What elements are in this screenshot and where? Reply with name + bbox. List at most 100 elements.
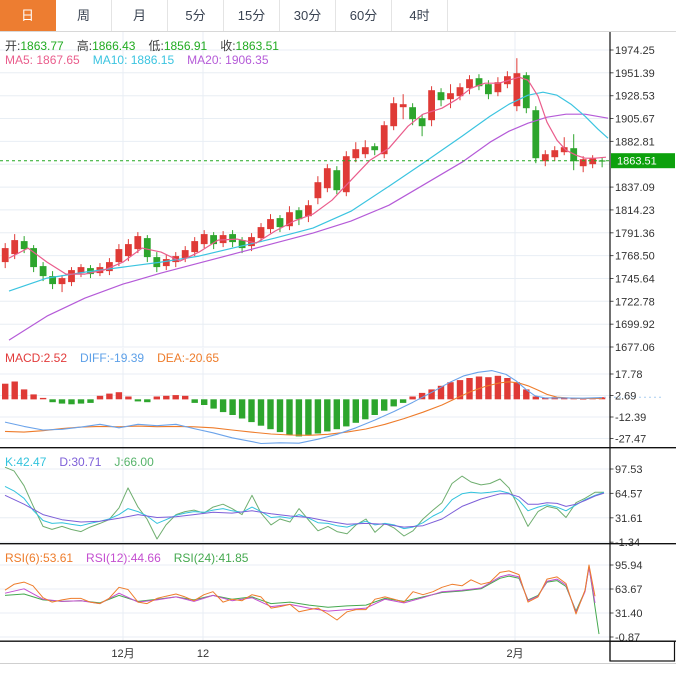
kdj-j: J:66.00 bbox=[114, 455, 153, 469]
macd-hist-bar bbox=[144, 399, 150, 402]
rsi-readout: RSI(6):53.61RSI(12):44.66RSI(24):41.85 bbox=[5, 551, 261, 565]
candle-body bbox=[201, 234, 208, 244]
rsi-rsi24: RSI(24):41.85 bbox=[174, 551, 249, 565]
tab-5min[interactable]: 5分 bbox=[168, 0, 224, 31]
y-tick-label: 63.67 bbox=[615, 584, 643, 596]
y-tick-label: 1722.78 bbox=[615, 296, 655, 308]
kdj-d: D:30.71 bbox=[59, 455, 101, 469]
candle-body bbox=[68, 270, 75, 282]
macd-hist-bar bbox=[409, 397, 415, 400]
candle-body bbox=[362, 147, 369, 154]
macd-hist-bar bbox=[220, 399, 226, 412]
tab-15min[interactable]: 15分 bbox=[224, 0, 280, 31]
rsi12-line bbox=[5, 567, 595, 612]
macd-hist-bar bbox=[97, 396, 103, 400]
y-tick-label: -0.87 bbox=[615, 632, 640, 644]
candle-body bbox=[324, 168, 331, 188]
candle-body bbox=[438, 92, 445, 100]
candle-body bbox=[191, 241, 198, 252]
macd-hist-bar bbox=[173, 395, 179, 399]
axis-corner-box bbox=[610, 641, 675, 661]
macd-readout: MACD:2.52DIFF:-19.39DEA:-20.65 bbox=[5, 351, 232, 365]
macd-hist-bar bbox=[12, 382, 18, 400]
macd-hist-bar bbox=[391, 399, 397, 406]
candle-body bbox=[428, 90, 435, 120]
y-tick-label: 1699.92 bbox=[615, 319, 655, 331]
y-tick-label: 17.78 bbox=[615, 369, 643, 381]
tab-monthly[interactable]: 月 bbox=[112, 0, 168, 31]
macd-hist-bar bbox=[229, 399, 235, 415]
x-tick-label: 12 bbox=[197, 648, 209, 660]
macd-hist-bar bbox=[334, 399, 340, 429]
y-tick-label: 1814.23 bbox=[615, 205, 655, 217]
candle-body bbox=[21, 241, 28, 249]
candle-body bbox=[116, 249, 123, 262]
macd-hist-bar bbox=[192, 399, 198, 403]
tab-60min[interactable]: 60分 bbox=[336, 0, 392, 31]
macd-hist-bar bbox=[466, 378, 472, 399]
candle-body bbox=[466, 79, 473, 88]
macd-hist-bar bbox=[286, 399, 292, 435]
macd-hist-bar bbox=[353, 399, 359, 423]
y-tick-label: 1837.09 bbox=[615, 182, 655, 194]
macd-hist-bar bbox=[68, 399, 74, 404]
macd-hist-bar bbox=[305, 399, 311, 435]
candle-body bbox=[409, 107, 416, 119]
tab-daily[interactable]: 日 bbox=[0, 0, 56, 31]
macd-hist-bar bbox=[277, 399, 283, 432]
macd-hist-bar bbox=[40, 398, 46, 399]
tab-weekly[interactable]: 周 bbox=[56, 0, 112, 31]
macd-hist-bar bbox=[116, 392, 122, 399]
kdj-k: K:42.47 bbox=[5, 455, 46, 469]
macd-hist-bar bbox=[154, 397, 160, 400]
tab-30min[interactable]: 30分 bbox=[280, 0, 336, 31]
macd-hist-bar bbox=[135, 399, 141, 401]
macd-hist-bar bbox=[78, 399, 84, 403]
rsi6-line bbox=[5, 565, 595, 620]
candle-body bbox=[485, 84, 492, 94]
tab-4hour[interactable]: 4时 bbox=[392, 0, 448, 31]
macd-hist-bar bbox=[514, 382, 520, 399]
candle-body bbox=[163, 259, 170, 266]
macd-hist-bar bbox=[30, 394, 36, 399]
trading-chart-app: 日周月5分15分30分60分4时 1974.251951.391928.5319… bbox=[0, 0, 676, 674]
ma10-line bbox=[9, 92, 608, 291]
y-tick-label: 1928.53 bbox=[615, 91, 655, 103]
macd-diff: DIFF:-19.39 bbox=[80, 351, 144, 365]
macd-hist-bar bbox=[381, 399, 387, 410]
y-tick-label: 64.57 bbox=[615, 488, 643, 500]
candle-body bbox=[333, 170, 340, 190]
candle-body bbox=[11, 240, 18, 254]
x-tick-label: 2月 bbox=[506, 648, 523, 660]
ma20-line bbox=[9, 114, 608, 340]
candle-body bbox=[267, 219, 274, 229]
macd-hist-bar bbox=[267, 399, 273, 429]
macd-hist-bar bbox=[182, 396, 188, 400]
kdj-k-line bbox=[5, 486, 604, 528]
candle-body bbox=[352, 149, 359, 158]
y-tick-label: -27.47 bbox=[615, 434, 646, 446]
macd-hist-bar bbox=[258, 399, 264, 425]
y-tick-label: 31.61 bbox=[615, 513, 643, 525]
chart-canvas[interactable]: 1974.251951.391928.531905.671882.811837.… bbox=[0, 0, 676, 674]
macd-hist-bar bbox=[201, 399, 207, 405]
macd-hist-bar bbox=[87, 399, 93, 403]
candle-body bbox=[277, 218, 284, 227]
ma-ma5: MA5: 1867.65 bbox=[5, 53, 80, 67]
ma-ma10: MA10: 1886.15 bbox=[93, 53, 174, 67]
macd-hist-bar bbox=[296, 399, 302, 436]
macd-hist-bar bbox=[239, 399, 245, 418]
kdj-j-line bbox=[5, 467, 604, 539]
candle-body bbox=[542, 154, 549, 161]
y-tick-label: 1677.06 bbox=[615, 342, 655, 354]
macd-hist-bar bbox=[315, 399, 321, 433]
candle-body bbox=[40, 266, 47, 276]
y-tick-label: 97.53 bbox=[615, 464, 643, 476]
macd-hist-bar bbox=[372, 399, 378, 415]
y-tick-label: 95.94 bbox=[615, 560, 643, 572]
candle-body bbox=[258, 227, 265, 238]
macd-hist-bar bbox=[343, 399, 349, 426]
rsi-rsi12: RSI(12):44.66 bbox=[86, 551, 161, 565]
macd-hist-bar bbox=[324, 399, 330, 431]
candle-body bbox=[400, 104, 407, 107]
